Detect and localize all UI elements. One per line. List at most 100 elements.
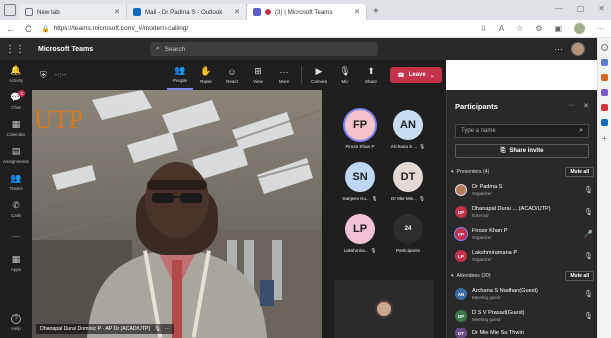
participant-role: Organizer <box>472 234 492 240</box>
avatar-initials: LP <box>352 223 368 235</box>
participant-gallery: FP Firoze Khan P AN Archana S ... 🎙 SN S… <box>322 90 446 338</box>
attendees-section-header[interactable]: ▾ Attendees (20) Mute all <box>451 270 594 282</box>
settings-more-icon[interactable]: ··· <box>554 44 563 54</box>
tab-teams[interactable]: (3) | Microsoft Teams ✕ <box>247 4 367 20</box>
view-button[interactable]: ⊞ View <box>245 66 271 84</box>
rail-item-calls[interactable]: ✆ Calls <box>0 195 32 222</box>
more-participants-tile[interactable]: 24 Participants <box>388 214 428 253</box>
participant-row[interactable]: LP Lakshmiramana P Organizer 🎙 <box>455 246 593 266</box>
favorite-icon[interactable]: ☆ <box>516 24 523 33</box>
read-aloud-icon[interactable]: A <box>499 24 504 33</box>
react-button[interactable]: ☺ React <box>219 67 245 84</box>
rail-item-help[interactable]: ? Help <box>0 309 32 336</box>
more-icon[interactable]: ··· <box>568 102 575 110</box>
games-icon[interactable] <box>601 89 608 96</box>
close-icon[interactable]: ✕ <box>234 8 240 16</box>
rail-item-assignments[interactable]: ▤ Assignments <box>0 141 32 168</box>
rail-item-teams[interactable]: 👥 Teams <box>0 168 32 195</box>
participant-row[interactable]: AN Archana S Nadhan(Guest) Meeting guest… <box>455 284 593 304</box>
mic-off-icon: 🎙 <box>371 196 378 201</box>
search-icon[interactable] <box>601 44 608 51</box>
leave-label: Leave <box>408 72 426 78</box>
search-icon: ⌕ <box>156 45 160 52</box>
rail-label: Assignments <box>3 158 29 164</box>
rail-item-calendar[interactable]: ▦ Calendar <box>0 114 32 141</box>
participant-row[interactable]: Dr Padma S Organizer 🎙 <box>455 180 593 200</box>
extensions-icon[interactable]: ⚙ <box>535 24 542 33</box>
button-label: Mic <box>341 79 349 84</box>
rail-item-activity[interactable]: 🔔 Activity <box>0 60 32 87</box>
button-label: Raise <box>200 79 212 84</box>
url-field[interactable]: 🔒 https://teams.microsoft.com/_#/modern-… <box>42 25 471 33</box>
close-icon[interactable]: ✕ <box>354 8 360 16</box>
participant-tile[interactable]: LP Lakshmira... 🎙 <box>340 214 380 254</box>
teams-header: ⋮⋮ Microsoft Teams ⌕ Search ··· <box>0 38 597 60</box>
outlook-icon[interactable] <box>601 119 608 126</box>
tab-outlook[interactable]: Mail - Dr Padma S - Outlook ✕ <box>127 4 247 20</box>
avatar-initials: DT <box>458 330 464 336</box>
close-window-icon[interactable]: ✕ <box>598 4 605 13</box>
share-button[interactable]: ⬆ Share <box>358 66 384 84</box>
avatar[interactable] <box>571 42 585 56</box>
raise-hand-button[interactable]: ✋ Raise <box>193 66 219 84</box>
meeting-toolbar: ⛨ --:-- 👥 People ✋ Raise ☺ React ⊞ View … <box>32 60 446 90</box>
office-icon[interactable] <box>601 104 608 111</box>
presenters-section-header[interactable]: ▾ Presenters (4) Mute all <box>451 166 594 178</box>
rail-item-more[interactable]: ··· <box>0 222 32 249</box>
participant-tile[interactable]: DT Dr Mie Mie... 🎙 <box>388 162 428 202</box>
close-icon[interactable]: ✕ <box>583 102 589 110</box>
tag-icon[interactable] <box>601 59 608 66</box>
mic-off-icon: 🎙 <box>584 313 593 320</box>
participant-tile[interactable]: FP Firoze Khan P <box>340 110 380 149</box>
chevron-down-icon[interactable]: ⌄ <box>430 72 435 79</box>
search-input[interactable]: ⌕ Search <box>150 42 378 56</box>
participants-panel: Participants ··· ✕ Type a name ⌕ ⎘ Share… <box>446 90 597 338</box>
camera-button[interactable]: ▶ Camera <box>306 66 332 84</box>
new-tab-button[interactable]: + <box>373 6 379 17</box>
mute-all-button[interactable]: Mute all <box>565 271 594 281</box>
close-icon[interactable]: ✕ <box>114 8 120 16</box>
participant-row[interactable]: DP Dhanapal Durai ... (ACAD/UTP) Externa… <box>455 202 593 222</box>
shopping-icon[interactable] <box>601 74 608 81</box>
participant-tile[interactable]: AN Archana S ... 🎙 <box>388 110 428 150</box>
self-avatar <box>375 300 393 318</box>
maximize-icon[interactable]: ▢ <box>577 4 585 13</box>
settings-more-icon[interactable]: ··· <box>597 24 605 33</box>
smile-icon: ☺ <box>227 66 237 77</box>
collections-icon[interactable]: ▣ <box>554 24 562 33</box>
participant-row[interactable]: DP D S V Prasad(Guest) Meeting guest 🎙 <box>455 306 593 326</box>
more-button[interactable]: ··· More <box>271 67 297 84</box>
participant-row[interactable]: DT Dr Mie Mie Su Thwin <box>455 328 593 338</box>
participant-search-input[interactable]: Type a name ⌕ <box>455 124 589 138</box>
shield-icon[interactable]: ⛨ <box>40 70 47 81</box>
window-menu-icon[interactable] <box>4 4 16 16</box>
mic-off-icon: 🎙 <box>584 253 593 260</box>
phone-icon: ✆ <box>12 199 20 210</box>
mute-all-button[interactable]: Mute all <box>565 167 594 177</box>
mic-button[interactable]: 🎙 Mic <box>332 66 358 84</box>
mic-off-icon: 🎙 <box>370 248 377 253</box>
tab-new-tab[interactable]: New tab ✕ <box>19 4 127 20</box>
back-icon[interactable]: ← <box>6 24 15 34</box>
people-button[interactable]: 👥 People <box>167 60 193 90</box>
avatar: LP <box>455 250 467 262</box>
leave-button[interactable]: ☎ Leave ⌄ <box>390 67 442 83</box>
app-launcher-icon[interactable]: ⋮⋮ <box>0 44 30 55</box>
app-title: Microsoft Teams <box>38 45 94 53</box>
participant-label: Archana S ... 🎙 <box>391 144 425 150</box>
profile-icon[interactable] <box>574 23 585 34</box>
minimize-icon[interactable]: — <box>555 4 563 13</box>
rail-item-chat[interactable]: 3 💬 Chat <box>0 87 32 114</box>
participant-label: Sanjeev Ku... 🎙 <box>342 196 377 202</box>
share-invite-button[interactable]: ⎘ Share invite <box>455 144 589 158</box>
speaker-more-button[interactable]: ··· <box>165 326 170 332</box>
download-icon[interactable]: ⇩ <box>480 24 487 33</box>
refresh-icon[interactable]: C <box>25 24 32 34</box>
address-bar: ← C 🔒 https://teams.microsoft.com/_#/mod… <box>0 20 611 38</box>
participant-name: Sanjeev Ku... <box>342 196 370 201</box>
chevron-down-icon: ▾ <box>451 169 454 175</box>
participant-tile[interactable]: SN Sanjeev Ku... 🎙 <box>340 162 380 202</box>
add-icon[interactable]: + <box>602 134 607 143</box>
participant-row[interactable]: FP Firoze Khan P Organizer 🎤 <box>455 224 593 244</box>
rail-item-apps[interactable]: ▦ Apps <box>0 249 32 276</box>
